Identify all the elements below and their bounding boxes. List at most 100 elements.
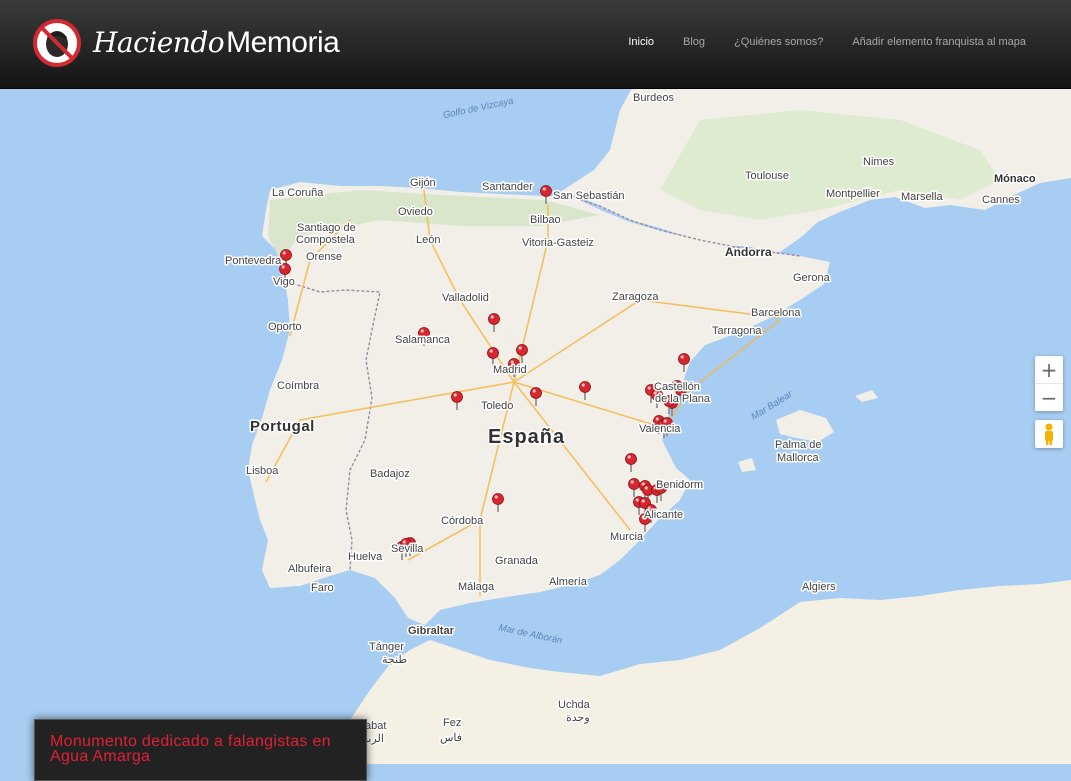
country-label-monaco: Mónaco (994, 173, 1036, 185)
pegman-icon (1045, 423, 1053, 445)
city-label-fez-ar: فاس (440, 732, 462, 744)
city-label-gerona: Gerona (793, 272, 831, 284)
country-label-andorra: Andorra (725, 245, 772, 259)
city-label-albufeira: Albufeira (288, 563, 332, 575)
city-label-granada: Granada (495, 555, 539, 567)
pin-shine (489, 349, 493, 353)
pin-shine (542, 187, 546, 191)
city-label-cannes: Cannes (982, 194, 1020, 206)
pin-head (487, 347, 499, 359)
city-label-tanger: Tánger (369, 641, 404, 653)
pin-shine (627, 455, 631, 459)
brand-name: Memoria (226, 26, 340, 59)
city-label-marsella: Marsella (901, 191, 943, 203)
pin-head (678, 353, 690, 365)
city-label-valencia: Valencia (639, 423, 681, 435)
city-label-algiers: Algiers (802, 581, 836, 593)
pin-shine (630, 480, 634, 484)
pin-shine (641, 499, 645, 503)
city-label-almeria: Almería (549, 576, 588, 588)
city-label-nimes: Nimes (863, 156, 895, 168)
city-label-santander: Santander (482, 181, 533, 193)
pin-head (516, 344, 528, 356)
city-label-cordoba: Córdoba (441, 515, 484, 527)
pin-head (540, 185, 552, 197)
pin-head (530, 387, 542, 399)
nav-quienes-somos[interactable]: ¿Quiénes somos? (734, 36, 823, 48)
pin-head (488, 313, 500, 325)
city-label-pontevedra: Pontevedra (225, 255, 282, 267)
site-brand: HaciendoMemoria (93, 26, 340, 60)
city-label-lisboa: Lisboa (246, 465, 279, 477)
pin-head (625, 453, 637, 465)
city-label-castellon: Castellón (654, 381, 700, 393)
city-label-santiago-1: Santiago de (297, 222, 356, 234)
street-view-pegman-icon[interactable] (1035, 420, 1063, 448)
city-label-oporto: Oporto (268, 321, 302, 333)
pin-shine (647, 386, 651, 390)
map-canvas[interactable]: Golfo de Vizcaya Mar Balear Mar de Albor… (0, 88, 1071, 764)
city-label-fez: Fez (443, 717, 461, 729)
city-label-faro: Faro (311, 582, 334, 594)
city-label-zaragoza: Zaragoza (612, 291, 659, 303)
brand-script: Haciendo (93, 26, 225, 59)
city-label-sevilla: Sevilla (391, 543, 424, 555)
city-label-madrid: Madrid (493, 364, 527, 376)
country-label-portugal: Portugal (250, 418, 315, 435)
pin-shine (641, 482, 645, 486)
marker-info-title: Monumento dedicado a falangistas en Agua… (50, 733, 331, 765)
main-nav: Inicio Blog ¿Quiénes somos? Añadir eleme… (599, 36, 1026, 48)
pin-shine (680, 355, 684, 359)
pin-shine (420, 329, 424, 333)
city-label-uchda-ar: وجدة (566, 712, 590, 724)
pin-shine (282, 251, 286, 255)
city-label-vitoria: Vitoria-Gasteiz (522, 237, 594, 249)
city-label-tanger-ar: طنجة (382, 654, 407, 666)
city-label-valladolid: Valladolid (442, 292, 489, 304)
city-label-santiago-2: Compostela (296, 234, 356, 246)
site-logo[interactable]: HaciendoMemoria (33, 18, 340, 68)
nav-anadir-elemento[interactable]: Añadir elemento franquista al mapa (852, 36, 1026, 48)
pin-head (492, 493, 504, 505)
no-franco-logo-icon (33, 19, 81, 67)
city-label-oviedo: Oviedo (398, 206, 433, 218)
nav-inicio[interactable]: Inicio (628, 36, 654, 48)
city-label-toledo: Toledo (481, 400, 513, 412)
nav-blog[interactable]: Blog (683, 36, 705, 48)
city-label-sansebastian: San Sebastián (553, 190, 625, 202)
pin-head (579, 381, 591, 393)
city-label-rabat: abat (365, 720, 386, 732)
city-label-benidorm: Benidorm (656, 479, 703, 491)
marker-info-card[interactable]: Monumento dedicado a falangistas en Agua… (34, 719, 367, 781)
city-label-badajoz: Badajoz (370, 468, 410, 480)
city-label-plana: de la Plana (655, 393, 711, 405)
city-label-orense: Orense (306, 251, 342, 263)
city-label-burdeos: Burdeos (633, 92, 674, 104)
city-label-palma-2: Mallorca (777, 452, 819, 464)
city-label-uchda: Uchda (558, 699, 591, 711)
map-svg: Golfo de Vizcaya Mar Balear Mar de Albor… (0, 88, 1071, 764)
city-label-barcelona: Barcelona (751, 307, 801, 319)
city-label-palma-1: Palma de (775, 439, 821, 451)
city-label-murcia: Murcia (610, 531, 644, 543)
pin-shine (581, 383, 585, 387)
pin-shine (453, 393, 457, 397)
city-label-lacoruna: La Coruña (272, 187, 324, 199)
city-label-coimbra: Coímbra (277, 380, 320, 392)
pin-shine (518, 346, 522, 350)
city-label-salamanca: Salamanca (395, 334, 451, 346)
zoom-control: + − (1035, 356, 1063, 411)
zoom-out-button[interactable]: − (1035, 384, 1063, 411)
pin-head (451, 391, 463, 403)
zoom-in-button[interactable]: + (1035, 356, 1063, 384)
city-label-huelva: Huelva (348, 551, 383, 563)
pin-head (628, 478, 640, 490)
city-label-gijon: Gijón (410, 177, 436, 189)
pin-shine (644, 486, 648, 490)
pin-shine (655, 417, 659, 421)
pin-shine (532, 389, 536, 393)
city-label-bilbao: Bilbao (530, 214, 561, 226)
pin-shine (494, 495, 498, 499)
pin-shine (635, 498, 639, 502)
city-label-malaga: Málaga (458, 581, 495, 593)
